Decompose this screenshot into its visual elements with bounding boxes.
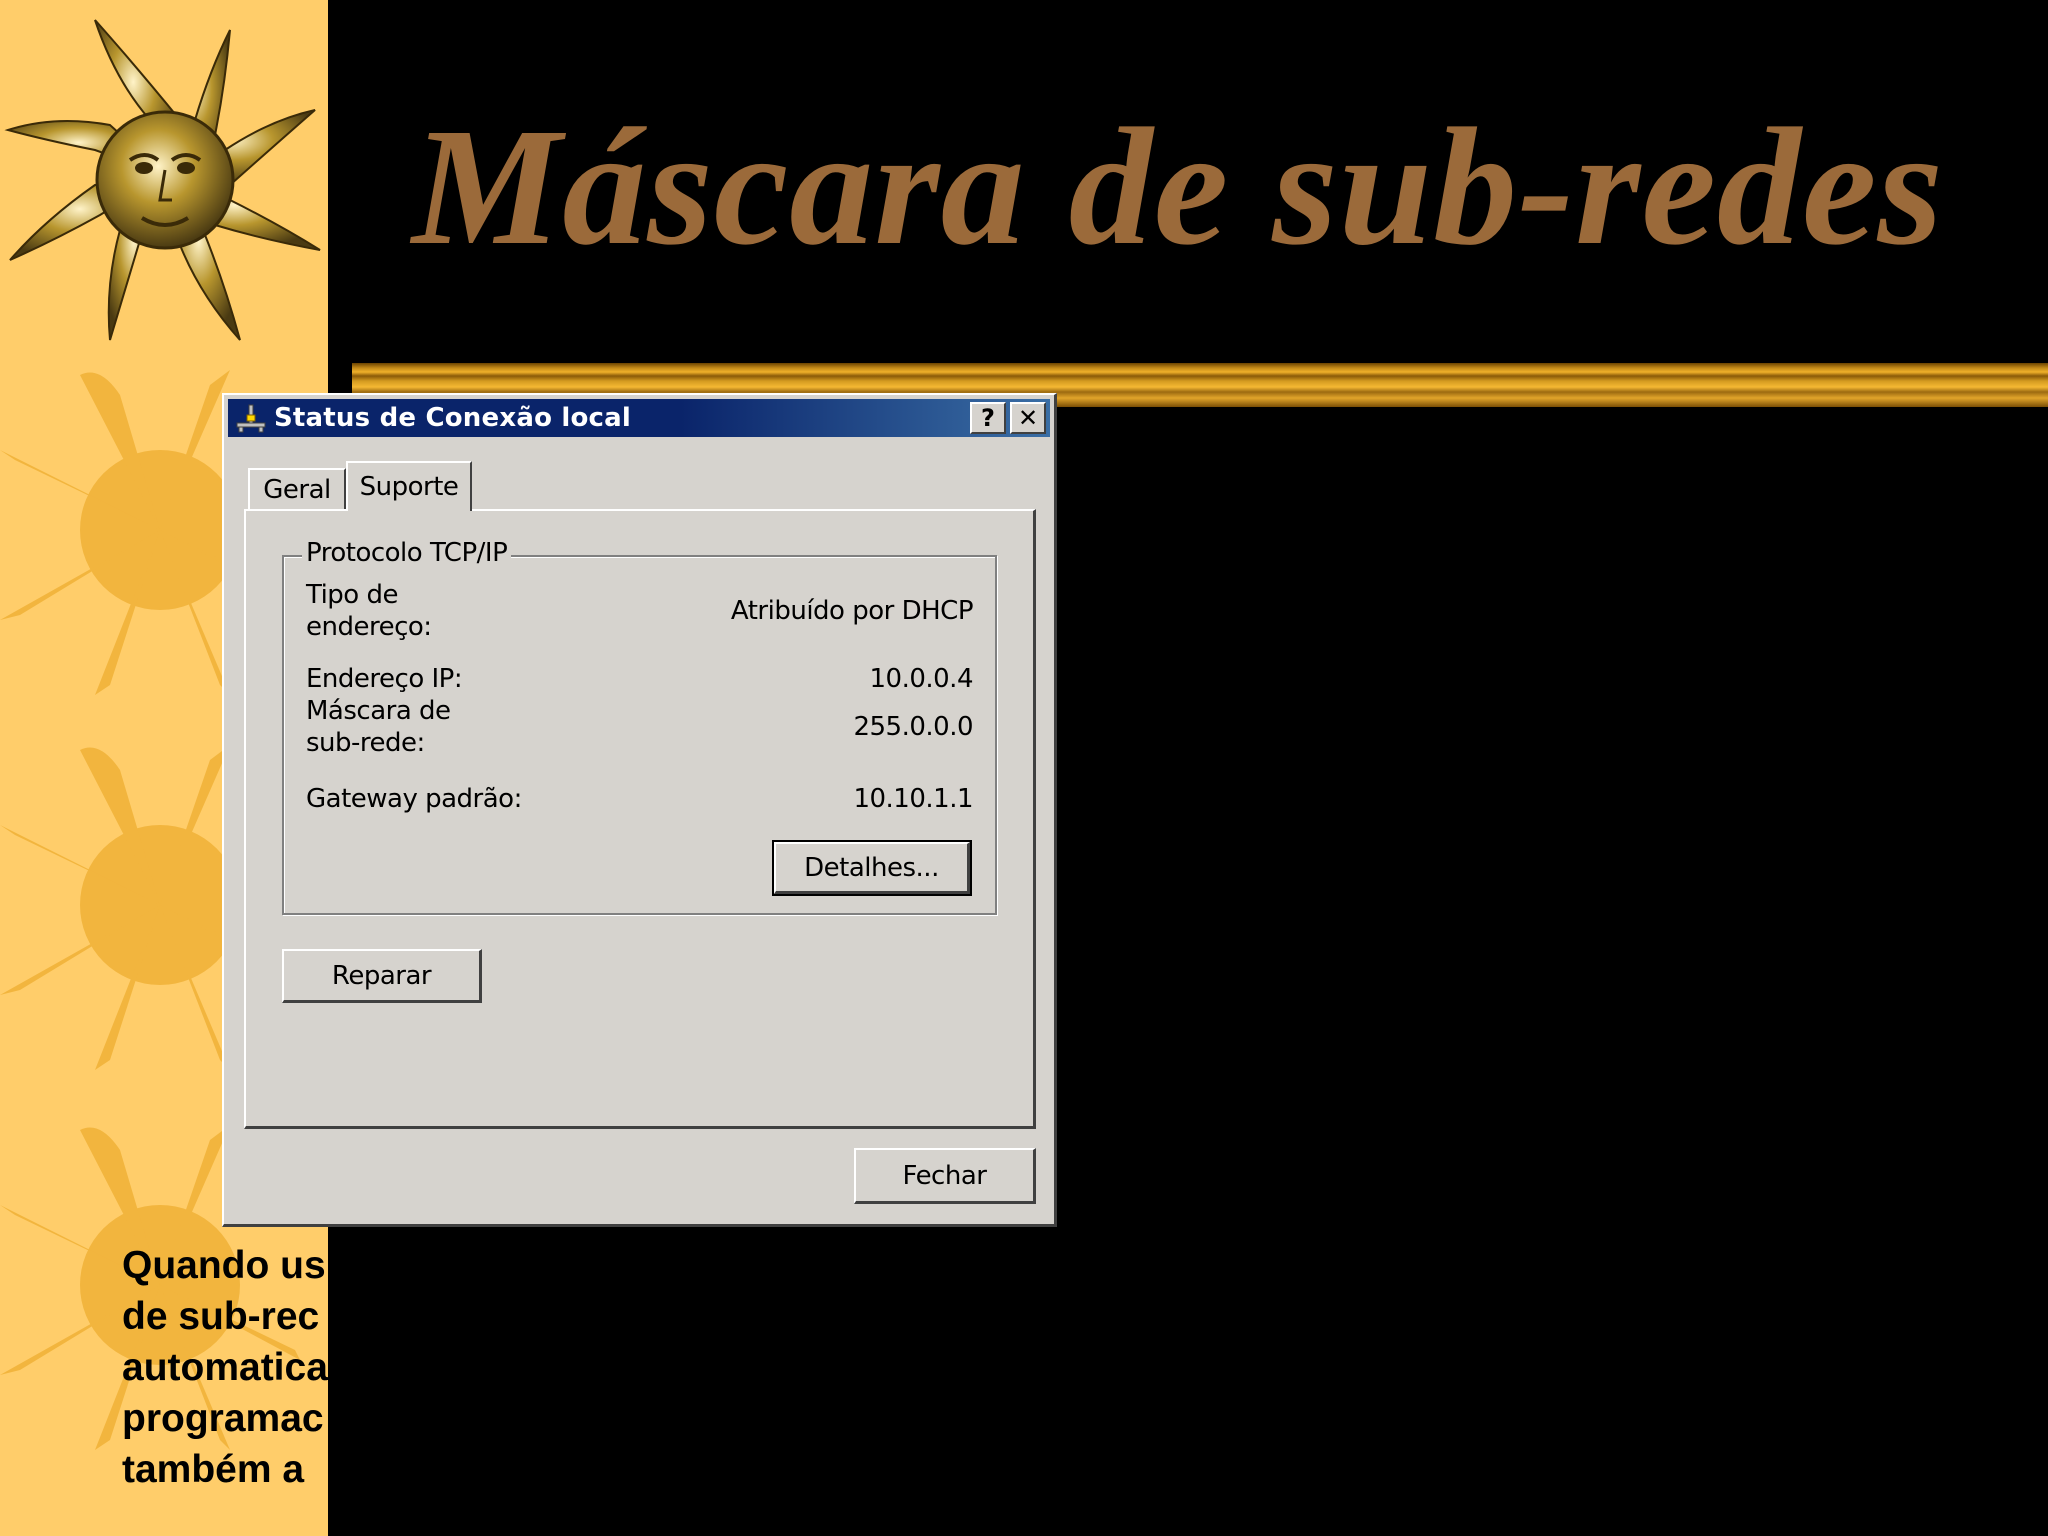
info-row-gateway: Gateway padrão: 10.10.1.1 <box>306 783 973 815</box>
tab-geral[interactable]: Geral <box>248 468 346 510</box>
row-value: 10.0.0.4 <box>869 664 973 694</box>
connection-status-dialog: Status de Conexão local ? ✕ Geral Suport… <box>222 393 1057 1227</box>
network-connection-icon <box>232 401 270 435</box>
row-value: 10.10.1.1 <box>853 784 973 814</box>
tab-suporte[interactable]: Suporte <box>346 461 472 511</box>
info-row-ip-address: Endereço IP: 10.0.0.4 <box>306 663 973 695</box>
close-window-button[interactable]: ✕ <box>1010 402 1046 434</box>
tab-panel-suporte: Protocolo TCP/IP Tipo de endereço: Atrib… <box>244 509 1036 1129</box>
row-label: Gateway padrão: <box>306 784 522 814</box>
body-line: programac <box>122 1397 324 1440</box>
info-row-subnet-mask: Máscara de sub-rede: 255.0.0.0 <box>306 695 973 759</box>
dialog-titlebar[interactable]: Status de Conexão local ? ✕ <box>228 399 1050 437</box>
help-button[interactable]: ? <box>970 402 1006 434</box>
body-line: Quando us <box>122 1244 326 1287</box>
slide-body-text: Quando us de sub-rec automatica programa… <box>122 1240 822 1495</box>
details-button[interactable]: Detalhes... <box>772 840 972 896</box>
repair-button[interactable]: Reparar <box>282 949 482 1003</box>
groupbox-legend: Protocolo TCP/IP <box>302 538 512 568</box>
body-line: automatica <box>122 1346 328 1389</box>
body-line: também a <box>122 1448 305 1491</box>
row-label: Máscara de sub-rede: <box>306 696 451 758</box>
body-line: de sub-rec <box>122 1295 320 1338</box>
row-value: Atribuído por DHCP <box>730 596 974 626</box>
slide-title: Máscara de sub-redes <box>412 94 1944 280</box>
metal-sun-icon <box>4 19 321 341</box>
dialog-title: Status de Conexão local <box>274 403 632 433</box>
row-label: Endereço IP: <box>306 664 463 694</box>
info-row-address-type: Tipo de endereço: Atribuído por DHCP <box>306 579 974 643</box>
close-button[interactable]: Fechar <box>854 1148 1036 1204</box>
row-label: Tipo de endereço: <box>306 580 432 642</box>
row-value: 255.0.0.0 <box>853 712 973 742</box>
tcpip-groupbox: Protocolo TCP/IP Tipo de endereço: Atrib… <box>282 538 997 915</box>
